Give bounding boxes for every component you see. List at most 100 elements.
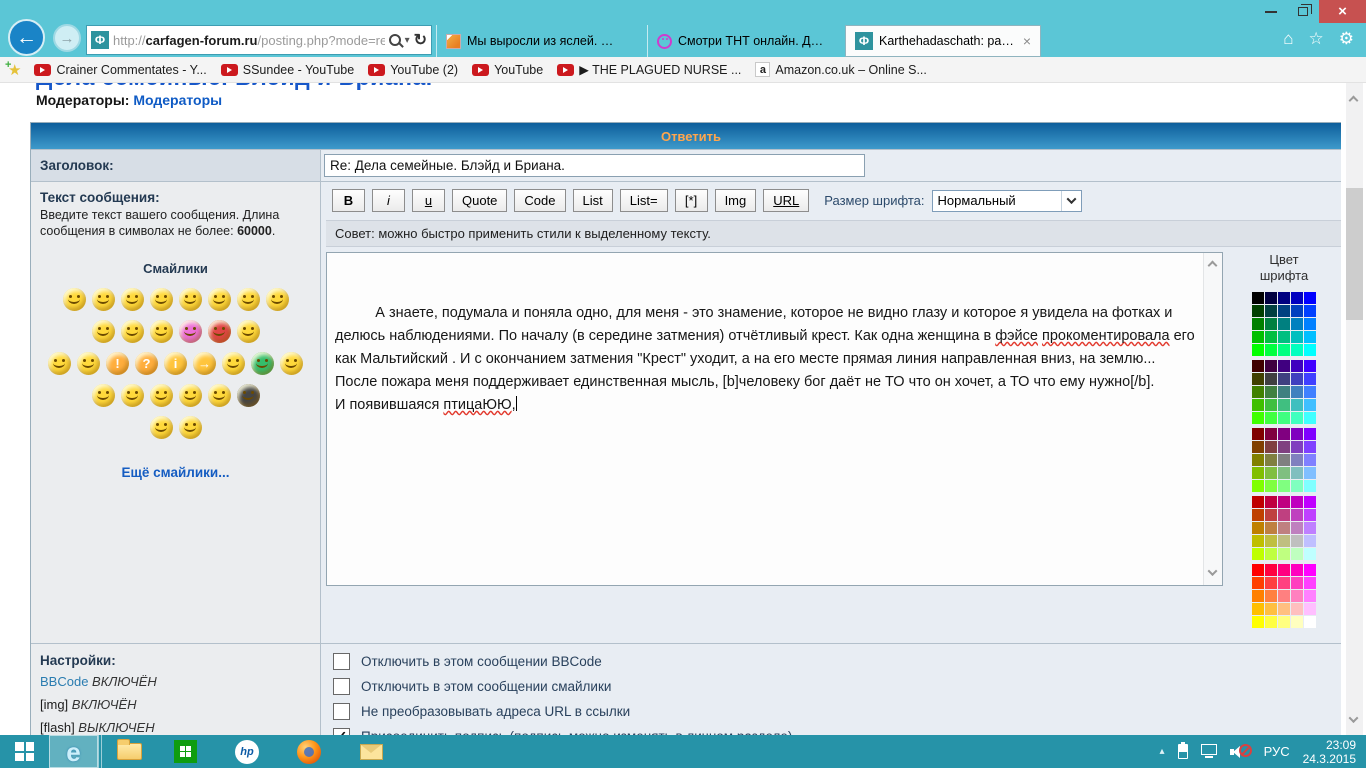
taskbar-firefox-button[interactable] — [278, 735, 340, 768]
palette-color-cell[interactable] — [1291, 441, 1303, 453]
browser-tab[interactable]: ФKarthehadaschath: распяты...× — [845, 25, 1041, 57]
palette-color-cell[interactable] — [1252, 603, 1264, 615]
palette-color-cell[interactable] — [1252, 441, 1264, 453]
palette-color-cell[interactable] — [1304, 496, 1316, 508]
palette-color-cell[interactable] — [1304, 454, 1316, 466]
close-button[interactable]: × — [1319, 0, 1366, 23]
palette-color-cell[interactable] — [1291, 480, 1303, 492]
browser-tab[interactable]: Мы выросли из яслей. И "воз... — [436, 25, 647, 57]
palette-color-cell[interactable] — [1278, 399, 1290, 411]
address-bar[interactable]: Ф http://carfagen-forum.ru/posting.php?m… — [86, 25, 432, 55]
palette-color-cell[interactable] — [1278, 318, 1290, 330]
checkbox[interactable] — [333, 653, 350, 670]
bbcode-button-list[interactable]: List — [573, 189, 613, 212]
browser-tab[interactable]: Смотри ТНТ онлайн. Дальше... — [647, 25, 845, 57]
palette-color-cell[interactable] — [1278, 535, 1290, 547]
textarea-scrollbar[interactable] — [1203, 253, 1222, 585]
palette-color-cell[interactable] — [1265, 360, 1277, 372]
palette-color-cell[interactable] — [1304, 548, 1316, 560]
smiley-tongue-wide-icon[interactable] — [121, 320, 144, 343]
palette-color-cell[interactable] — [1291, 373, 1303, 385]
scrollbar-thumb[interactable] — [1346, 188, 1363, 320]
palette-color-cell[interactable] — [1304, 428, 1316, 440]
palette-color-cell[interactable] — [1278, 360, 1290, 372]
palette-color-cell[interactable] — [1265, 386, 1277, 398]
palette-color-cell[interactable] — [1304, 412, 1316, 424]
restore-button[interactable] — [1287, 0, 1319, 23]
smiley-question-icon[interactable]: ? — [135, 352, 158, 375]
palette-color-cell[interactable] — [1265, 548, 1277, 560]
palette-color-cell[interactable] — [1252, 399, 1264, 411]
palette-color-cell[interactable] — [1291, 577, 1303, 589]
scrollbar-down-icon[interactable] — [1349, 713, 1359, 723]
palette-color-cell[interactable] — [1304, 331, 1316, 343]
palette-color-cell[interactable] — [1265, 577, 1277, 589]
palette-color-cell[interactable] — [1291, 616, 1303, 628]
palette-color-cell[interactable] — [1304, 564, 1316, 576]
palette-color-cell[interactable] — [1278, 577, 1290, 589]
palette-color-cell[interactable] — [1304, 509, 1316, 521]
palette-color-cell[interactable] — [1278, 373, 1290, 385]
palette-color-cell[interactable] — [1252, 535, 1264, 547]
palette-color-cell[interactable] — [1304, 480, 1316, 492]
page-scrollbar[interactable] — [1341, 83, 1366, 735]
palette-color-cell[interactable] — [1291, 564, 1303, 576]
bbcode-button-list=[interactable]: List= — [620, 189, 668, 212]
palette-color-cell[interactable] — [1265, 318, 1277, 330]
smiley-point-right-icon[interactable] — [280, 352, 303, 375]
palette-color-cell[interactable] — [1291, 292, 1303, 304]
palette-color-cell[interactable] — [1252, 616, 1264, 628]
volume-muted-icon[interactable] — [1230, 743, 1251, 760]
palette-color-cell[interactable] — [1265, 331, 1277, 343]
palette-color-cell[interactable] — [1278, 331, 1290, 343]
refresh-icon[interactable]: ↻ — [414, 30, 427, 50]
palette-color-cell[interactable] — [1278, 292, 1290, 304]
palette-color-cell[interactable] — [1265, 480, 1277, 492]
palette-color-cell[interactable] — [1304, 318, 1316, 330]
smiley-calm-icon[interactable] — [208, 384, 231, 407]
smiley-pink-slap-icon[interactable] — [179, 320, 202, 343]
smiley-eek-icon[interactable] — [179, 288, 202, 311]
favorite-item[interactable]: Crainer Commentates - Y... — [27, 63, 213, 77]
palette-color-cell[interactable] — [1278, 428, 1290, 440]
palette-color-cell[interactable] — [1291, 360, 1303, 372]
clock[interactable]: 23:09 24.3.2015 — [1303, 738, 1356, 766]
palette-color-cell[interactable] — [1304, 467, 1316, 479]
palette-color-cell[interactable] — [1278, 496, 1290, 508]
palette-color-cell[interactable] — [1252, 522, 1264, 534]
bbcode-button-quote[interactable]: Quote — [452, 189, 507, 212]
font-size-select[interactable]: Нормальный — [932, 190, 1082, 212]
bbcode-button-b[interactable]: B — [332, 189, 365, 212]
palette-color-cell[interactable] — [1252, 480, 1264, 492]
home-icon[interactable]: ⌂ — [1283, 30, 1293, 47]
palette-color-cell[interactable] — [1304, 590, 1316, 602]
smiley-blush-point-icon[interactable] — [150, 320, 173, 343]
palette-color-cell[interactable] — [1291, 331, 1303, 343]
favorite-item[interactable]: YouTube (2) — [361, 63, 465, 77]
smiley-crazy-icon[interactable] — [121, 384, 144, 407]
palette-color-cell[interactable] — [1252, 548, 1264, 560]
palette-color-cell[interactable] — [1291, 496, 1303, 508]
taskbar-hp-button[interactable]: hp — [216, 735, 278, 768]
palette-color-cell[interactable] — [1252, 344, 1264, 356]
palette-color-cell[interactable] — [1278, 522, 1290, 534]
palette-color-cell[interactable] — [1278, 616, 1290, 628]
palette-color-cell[interactable] — [1304, 603, 1316, 615]
bbcode-button-img[interactable]: Img — [715, 189, 757, 212]
palette-color-cell[interactable] — [1265, 616, 1277, 628]
smiley-neutral-icon[interactable] — [222, 352, 245, 375]
palette-color-cell[interactable] — [1265, 603, 1277, 615]
settings-gear-icon[interactable]: ⚙ — [1339, 30, 1354, 47]
smiley-rolleyes-icon[interactable] — [48, 352, 71, 375]
palette-color-cell[interactable] — [1265, 344, 1277, 356]
palette-color-cell[interactable] — [1278, 509, 1290, 521]
bbcode-button-u[interactable]: u — [412, 189, 445, 212]
palette-color-cell[interactable] — [1291, 548, 1303, 560]
palette-color-cell[interactable] — [1291, 454, 1303, 466]
smiley-angry-icon[interactable] — [121, 288, 144, 311]
palette-color-cell[interactable] — [1291, 305, 1303, 317]
smiley-cool-icon[interactable] — [237, 288, 260, 311]
scroll-up-icon[interactable] — [1208, 261, 1218, 271]
palette-color-cell[interactable] — [1304, 292, 1316, 304]
palette-color-cell[interactable] — [1252, 305, 1264, 317]
